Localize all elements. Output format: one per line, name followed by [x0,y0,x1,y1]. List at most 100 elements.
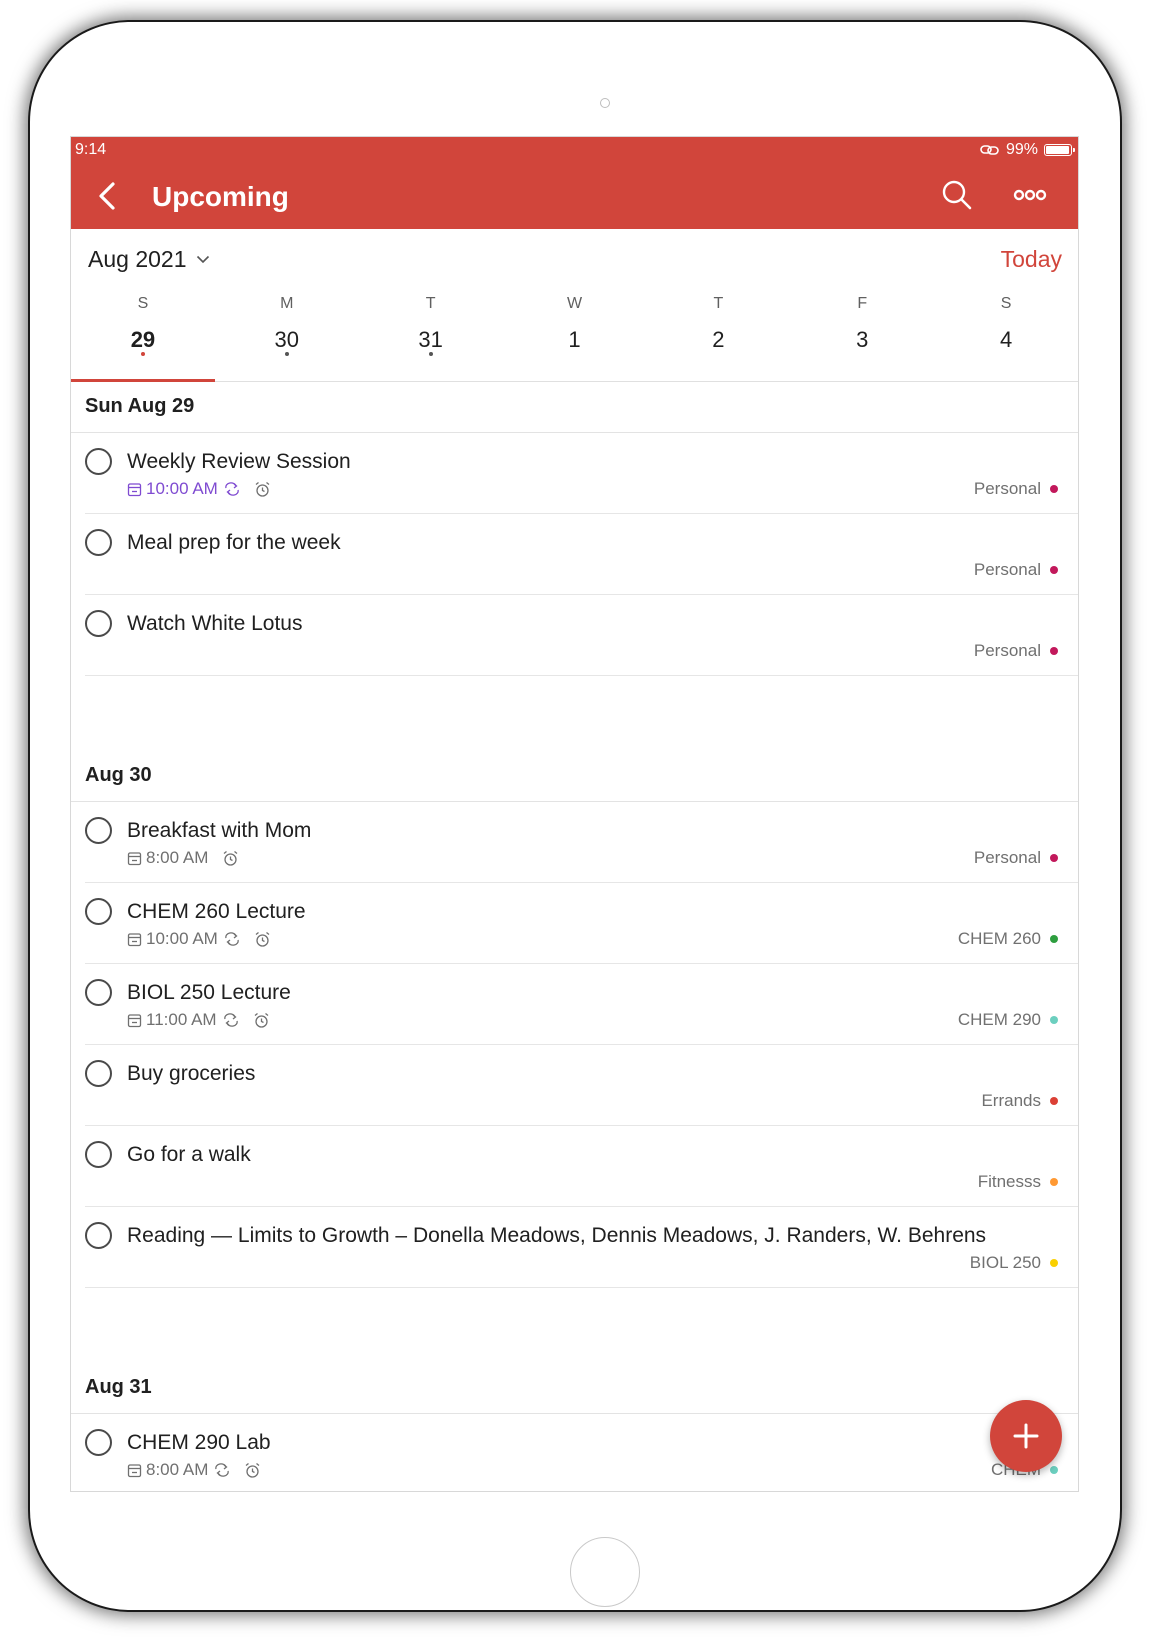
project-name: Personal [973,848,1041,867]
alarm-icon [245,1462,260,1478]
task-due: 10:00 AM [127,479,271,499]
project-name: CHEM 260 [957,929,1041,948]
section-header: Aug 30 [71,751,1078,802]
task-due: 8:00 AM [127,1460,261,1480]
task-row[interactable]: Go for a walk Fitnesss [85,1126,1078,1207]
task-title: CHEM 290 Lab [127,1431,271,1454]
task-checkbox[interactable] [85,979,112,1006]
calendar-icon [127,1463,142,1477]
task-row[interactable]: Meal prep for the week Personal [85,514,1078,595]
back-icon[interactable] [93,179,123,213]
task-row[interactable]: CHEM 260 Lecture 10:00 AM CHEM 260 [85,883,1078,964]
task-title: Buy groceries [127,1062,256,1085]
task-due: 11:00 AM [127,1010,270,1030]
today-button[interactable]: Today [1001,246,1062,273]
task-time: 11:00 AM [146,1010,217,1029]
task-list: Sun Aug 29 Weekly Review Session 10:00 AM P… [71,382,1078,1491]
day-cell[interactable]: W1 [503,289,647,381]
day-cell[interactable]: T 31 [359,289,503,381]
project-label: Personal [974,479,1058,499]
task-row[interactable]: Reading — Limits to Growth – Donella Mea… [85,1207,1078,1288]
project-color-dot [1050,566,1058,574]
day-number: 31 [418,327,443,352]
day-of-week: W [566,295,583,312]
project-name: Errands [981,1091,1041,1110]
calendar-icon [127,1013,142,1027]
task-time: 10:00 AM [146,929,218,948]
app-screen: 9:14 99% Upcoming Aug 2021 Today S 29 M … [70,136,1079,1492]
task-row[interactable]: Watch White Lotus Personal [85,595,1078,676]
task-row[interactable]: Buy groceries Errands [85,1045,1078,1126]
task-checkbox[interactable] [85,1222,112,1249]
day-cell[interactable]: S 29 [71,289,215,382]
project-color-dot [1050,1178,1058,1186]
link-icon [980,145,999,155]
month-selector[interactable]: Aug 2021 [88,246,210,273]
day-of-week: T [713,295,724,312]
task-row[interactable]: BIOL 250 Lecture 11:00 AM CHEM 290 [85,964,1078,1045]
camera-icon [600,98,610,108]
task-checkbox[interactable] [85,898,112,925]
project-color-dot [1050,1097,1058,1105]
project-name: BIOL 250 [969,1253,1041,1272]
project-label: Errands [981,1091,1058,1111]
task-checkbox[interactable] [85,1429,112,1456]
section-header: Sun Aug 29 [71,382,1078,433]
task-checkbox[interactable] [85,610,112,637]
alarm-icon [254,1012,268,1028]
day-of-week: F [857,295,868,312]
task-title: Weekly Review Session [127,450,351,473]
task-checkbox[interactable] [85,817,112,844]
task-title: Go for a walk [127,1143,251,1166]
project-label: Fitnesss [978,1172,1058,1192]
task-row[interactable]: Weekly Review Session 10:00 AM Personal [85,433,1078,514]
status-time: 9:14 [75,141,107,158]
week-strip: S 29 M 30 T 31 W 1 T 2 F 3 S 4 [71,289,1078,382]
battery-percent: 99% [1005,141,1038,158]
alarm-icon [255,481,270,497]
section-header: Aug 31 [71,1363,1078,1414]
day-of-week: S [137,295,149,312]
day-of-week: S [1000,295,1012,312]
task-time: 10:00 AM [146,479,218,498]
day-cell[interactable]: M 30 [215,289,359,381]
status-bar-right: 99% [980,141,1075,159]
month-label: Aug 2021 [88,246,187,272]
day-cell[interactable]: T2 [646,289,790,381]
day-number: 1 [568,327,581,352]
task-row[interactable]: Breakfast with Mom 8:00 AM Personal [85,802,1078,883]
task-title: Breakfast with Mom [127,819,312,842]
calendar-icon [127,851,142,865]
search-icon[interactable] [941,179,973,211]
add-task-button[interactable] [990,1400,1062,1472]
task-checkbox[interactable] [85,1060,112,1087]
project-color-dot [1050,1016,1058,1024]
calendar-icon [127,932,142,946]
repeat-icon [215,1463,230,1477]
more-icon[interactable] [1013,183,1047,207]
month-bar: Aug 2021 Today [71,229,1078,289]
chevron-down-icon [197,255,210,264]
project-name: Fitnesss [977,1172,1041,1191]
task-checkbox[interactable] [85,448,112,475]
task-due: 8:00 AM [127,848,239,868]
home-button[interactable] [570,1537,640,1607]
day-cell[interactable]: S4 [934,289,1078,381]
project-color-dot [1050,1259,1058,1267]
battery-icon [1044,144,1075,156]
task-title: Reading — Limits to Growth – Donella Mea… [127,1224,987,1247]
project-label: Personal [974,641,1058,661]
task-title: Watch White Lotus [127,612,303,635]
task-time: 8:00 AM [146,1460,209,1479]
project-label: Personal [974,848,1058,868]
project-label: CHEM 260 [958,929,1058,949]
day-number: 30 [274,327,300,352]
task-row[interactable]: CHEM 290 Lab8:00 AMCHEM [85,1414,1078,1491]
task-title: CHEM 260 Lecture [127,900,306,923]
day-cell[interactable]: F3 [790,289,934,381]
plus-icon [1013,1423,1039,1449]
task-checkbox[interactable] [85,529,112,556]
task-checkbox[interactable] [85,1141,112,1168]
alarm-icon [255,931,270,947]
